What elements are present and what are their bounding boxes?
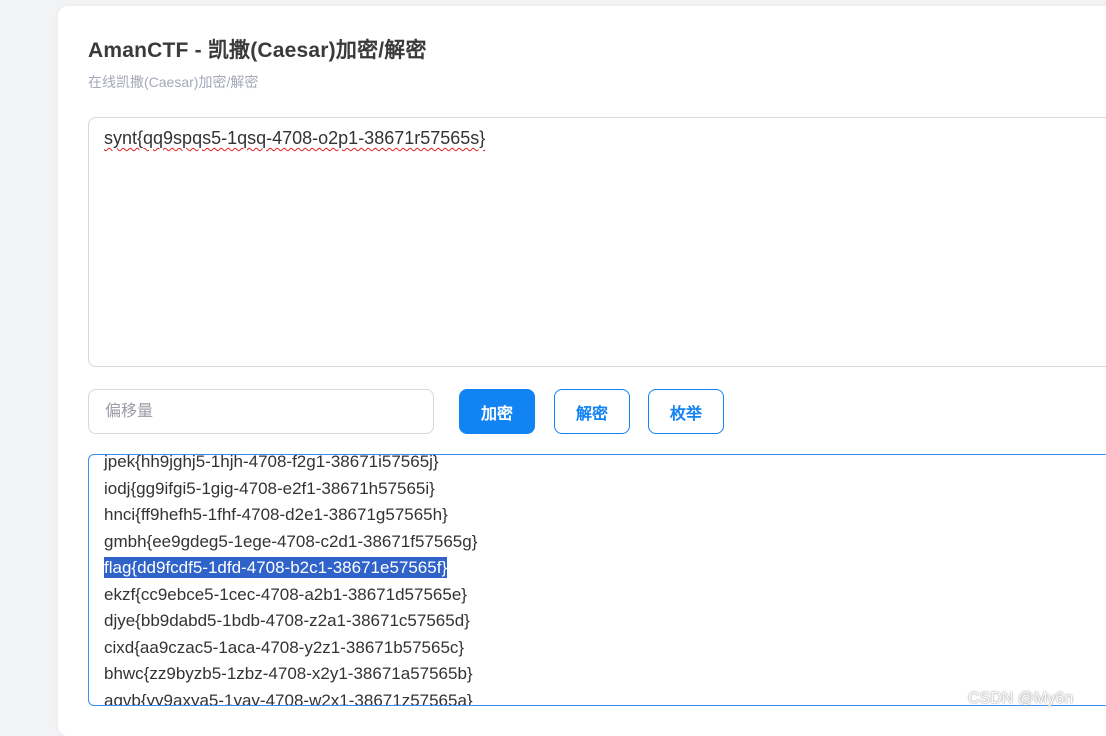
encrypt-button[interactable]: 加密 bbox=[459, 389, 535, 434]
result-line: jpek{hh9jghj5-1hjh-4708-f2g1-38671i57565… bbox=[104, 454, 439, 471]
result-line: cixd{aa9czac5-1aca-4708-y2z1-38671b57565… bbox=[104, 637, 465, 657]
result-line: hnci{ff9hefh5-1fhf-4708-d2e1-38671g57565… bbox=[104, 505, 448, 524]
result-line: bhwc{zz9byzb5-1zbz-4708-x2y1-38671a57565… bbox=[104, 664, 473, 683]
selected-flag-text[interactable]: flag{dd9fcdf5-1dfd-4708-b2c1-38671e57565… bbox=[104, 557, 448, 578]
result-line: agvb{yy9axya5-1yay-4708-w2x1-38671z57565… bbox=[104, 690, 473, 706]
result-line: ekzf{cc9ebce5-1cec-4708-a2b1-38671d57565… bbox=[104, 584, 467, 604]
decrypt-button[interactable]: 解密 bbox=[554, 389, 630, 434]
enumerate-button[interactable]: 枚举 bbox=[648, 389, 724, 434]
result-line: gmbh{ee9gdeg5-1ege-4708-c2d1-38671f57565… bbox=[104, 531, 478, 551]
result-line: djye{bb9dabd5-1bdb-4708-z2a1-38671c57565… bbox=[104, 611, 470, 630]
result-list: jpek{hh9jghj5-1hjh-4708-f2g1-38671i57565… bbox=[104, 454, 478, 706]
page-subtitle: 在线凯撒(Caesar)加密/解密 bbox=[88, 74, 259, 90]
ciphertext-value: synt{qq9spqs5-1qsq-4708-o2p1-38671r57565… bbox=[104, 128, 485, 149]
result-textarea[interactable]: jpek{hh9jghj5-1hjh-4708-f2g1-38671i57565… bbox=[88, 454, 1106, 706]
result-line-selected: flag{dd9fcdf5-1dfd-4708-b2c1-38671e57565… bbox=[104, 555, 477, 582]
offset-input[interactable] bbox=[88, 389, 434, 434]
ciphertext-text: synt{qq9spqs5-1qsq-4708-o2p1-38671r57565… bbox=[104, 128, 486, 148]
ciphertext-textarea[interactable] bbox=[88, 117, 1106, 367]
csdn-watermark: CSDN @My6n bbox=[968, 690, 1074, 707]
result-line: iodj{gg9ifgi5-1gig-4708-e2f1-38671h57565… bbox=[104, 478, 435, 498]
page-title: AmanCTF - 凯撒(Caesar)加密/解密 bbox=[88, 39, 427, 62]
